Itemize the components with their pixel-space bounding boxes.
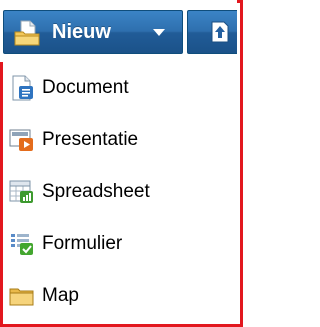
caret-down-icon xyxy=(153,29,165,36)
menu-item-label: Formulier xyxy=(42,233,123,254)
menu-item-label: Spreadsheet xyxy=(42,181,150,202)
spreadsheet-icon xyxy=(9,180,33,203)
document-icon xyxy=(12,75,33,101)
folder-icon xyxy=(9,288,34,306)
upload-button[interactable] xyxy=(187,10,237,54)
menu-item-folder[interactable]: Map xyxy=(3,270,237,322)
menu-item-document[interactable]: Document xyxy=(3,62,237,114)
menu-item-presentation[interactable]: Presentatie xyxy=(3,114,237,166)
form-icon xyxy=(11,234,33,255)
menu-item-label: Map xyxy=(42,285,79,306)
presentation-icon xyxy=(9,129,33,151)
new-item-menu: Document Presentatie Spreadsheet Formuli… xyxy=(3,62,237,322)
new-button-label: Nieuw xyxy=(52,21,111,43)
menu-item-label: Document xyxy=(42,77,129,98)
upload-arrow-icon xyxy=(211,21,229,43)
toolbar: Nieuw xyxy=(0,0,237,62)
new-document-folder-icon xyxy=(14,20,40,46)
menu-item-label: Presentatie xyxy=(42,129,139,150)
menu-item-form[interactable]: Formulier xyxy=(3,218,237,270)
new-button[interactable]: Nieuw xyxy=(3,10,183,54)
menu-item-spreadsheet[interactable]: Spreadsheet xyxy=(3,166,237,218)
